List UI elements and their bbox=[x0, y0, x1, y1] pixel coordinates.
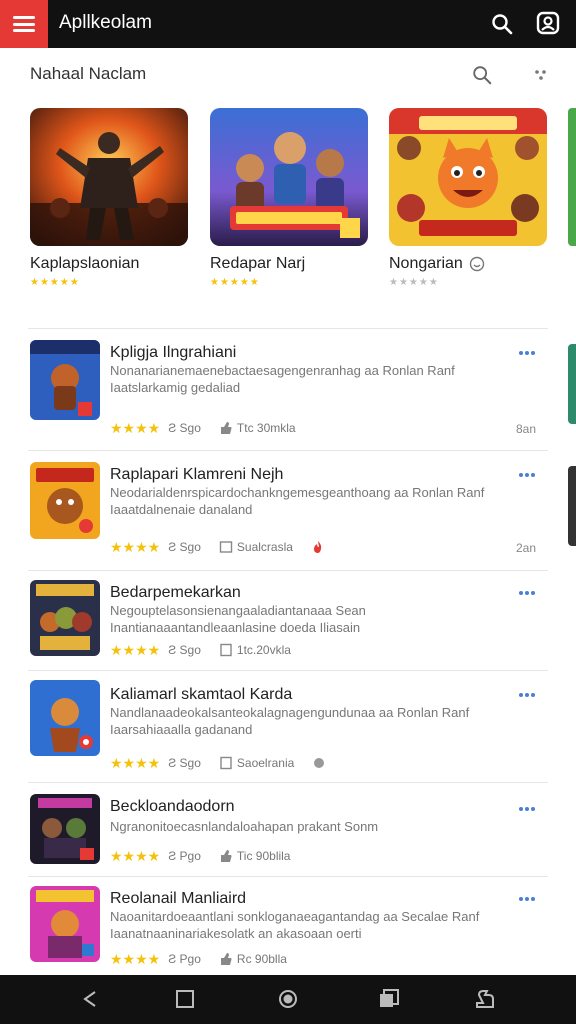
list-item[interactable]: Reolanail Manliaird Naoanitardoeaantlani… bbox=[0, 886, 576, 972]
menu-button[interactable] bbox=[0, 0, 48, 48]
featured-thumbnail bbox=[389, 108, 547, 246]
rating-stars: ★★★★ bbox=[110, 847, 161, 864]
list-item[interactable]: Kpligja Ilngrahiani Nonanarianemaenebact… bbox=[0, 340, 576, 450]
featured-card-peek[interactable] bbox=[568, 108, 576, 246]
featured-thumbnail bbox=[210, 108, 368, 246]
recents-icon[interactable] bbox=[377, 987, 401, 1011]
section-search-icon[interactable] bbox=[471, 64, 493, 86]
rating-stars: ★★★★ bbox=[110, 950, 161, 967]
more-icon[interactable] bbox=[518, 896, 536, 902]
box-icon bbox=[219, 541, 233, 553]
list-item-thumbnail bbox=[30, 794, 100, 864]
list-item-thumbnail bbox=[30, 580, 100, 656]
list-item-thumbnail bbox=[30, 886, 100, 962]
list-item-meta: ★★★★ Ƨ Pgo Rc 90blla bbox=[110, 950, 287, 967]
list-item-peek bbox=[568, 466, 576, 546]
list-item-count: 8an bbox=[515, 422, 536, 436]
more-icon[interactable] bbox=[518, 692, 536, 698]
divider bbox=[28, 670, 548, 671]
featured-carousel: Kaplapslaonian ★★★★★ Redapar Narj ★★★★★ bbox=[0, 108, 576, 308]
thumb-icon bbox=[220, 850, 232, 862]
square-icon[interactable] bbox=[173, 987, 197, 1011]
rating-stars: ★★★★ bbox=[110, 641, 161, 658]
featured-name: Redapar Narj bbox=[210, 255, 306, 272]
more-icon[interactable] bbox=[518, 590, 536, 596]
list-item-title: Beckloandaodorn bbox=[110, 798, 235, 815]
list-item-description: Neodarialdenrspicardochankngemesgeanthoa… bbox=[110, 485, 485, 517]
divider bbox=[28, 450, 548, 451]
more-icon[interactable] bbox=[518, 472, 536, 478]
list-item-thumbnail bbox=[30, 680, 100, 756]
thumb-icon bbox=[220, 953, 232, 965]
list-item-thumbnail bbox=[30, 462, 100, 539]
doc-icon bbox=[220, 756, 232, 770]
app-title: Apllkeolam bbox=[59, 12, 152, 33]
more-icon[interactable] bbox=[518, 350, 536, 356]
list-item-description: Nonanarianemaenebactaesagengenranhag aa … bbox=[110, 363, 455, 395]
featured-name: Nongarian bbox=[389, 255, 463, 272]
list-item[interactable]: Kaliamarl skamtaol Karda Nandlanaadeokal… bbox=[0, 680, 576, 780]
top-app-bar: Apllkeolam bbox=[0, 0, 576, 48]
featured-rating: ★★★★★ bbox=[389, 277, 439, 288]
list-item-count: 2an bbox=[515, 541, 536, 555]
list-item[interactable]: Bedarpemekarkan Negouptelasonsienangaala… bbox=[0, 580, 576, 670]
rating-stars: ★★★★ bbox=[110, 419, 161, 436]
fire-icon bbox=[313, 541, 322, 553]
list-item-meta: ★★★★ Ƨ Sgo Saoelrania bbox=[110, 755, 330, 771]
featured-card[interactable]: Redapar Narj ★★★★★ bbox=[210, 108, 368, 288]
featured-card[interactable]: Nongarian ★★★★★ bbox=[389, 108, 547, 288]
divider bbox=[28, 570, 548, 571]
featured-rating: ★★★★★ bbox=[30, 277, 80, 288]
list-item-peek bbox=[568, 344, 576, 424]
more-icon[interactable] bbox=[518, 806, 536, 812]
section-title: Nahaal Naclam bbox=[30, 64, 147, 83]
list-item-description: Ngranonitoecasnlandaloahapan prakant Son… bbox=[110, 819, 379, 834]
list-item-description: Nandlanaadeokalsanteokalagnagengundunaa … bbox=[110, 705, 470, 737]
home-icon[interactable] bbox=[276, 987, 300, 1011]
section-more-icon[interactable] bbox=[533, 67, 549, 83]
rating-stars: ★★★★ bbox=[110, 538, 161, 555]
list-item-meta: ★★★★ Ƨ Sgo Ttc 30mkla bbox=[110, 419, 296, 436]
featured-rating: ★★★★★ bbox=[210, 277, 260, 288]
assistant-icon[interactable] bbox=[473, 987, 497, 1011]
list-item-description: Naoanitardoeaantlani sonkloganaeagantand… bbox=[110, 909, 480, 941]
list-item-title: Bedarpemekarkan bbox=[110, 584, 241, 601]
doc-icon bbox=[220, 643, 232, 657]
back-icon[interactable] bbox=[79, 987, 103, 1011]
list-item-meta: ★★★★ Ƨ Sgo Sualcrasla bbox=[110, 539, 329, 555]
list-item[interactable]: Raplapari Klamreni Nejh Neodarialdenrspi… bbox=[0, 462, 576, 570]
divider bbox=[28, 782, 548, 783]
list-item-title: Kaliamarl skamtaol Karda bbox=[110, 686, 293, 703]
featured-name: Kaplapslaonian bbox=[30, 255, 140, 272]
divider bbox=[28, 876, 548, 877]
list-item-thumbnail bbox=[30, 340, 100, 420]
featured-card[interactable]: Kaplapslaonian ★★★★★ bbox=[30, 108, 188, 288]
list-item-title: Raplapari Klamreni Nejh bbox=[110, 466, 284, 483]
featured-thumbnail bbox=[30, 108, 188, 246]
list-item-meta: ★★★★ Ƨ Sgo 1tc.20vkla bbox=[110, 641, 291, 658]
list-item-title: Reolanail Manliaird bbox=[110, 890, 247, 907]
info-icon[interactable] bbox=[469, 256, 485, 272]
system-nav-bar bbox=[0, 975, 576, 1024]
thumb-icon bbox=[220, 422, 232, 434]
rating-stars: ★★★★ bbox=[110, 754, 161, 771]
list-item[interactable]: Beckloandaodorn Ngranonitoecasnlandaloah… bbox=[0, 794, 576, 874]
list-item-meta: ★★★★ Ƨ Pgo Tic 90blila bbox=[110, 847, 291, 864]
list-item-description: Negouptelasonsienangaaladiantanaaa Sean I… bbox=[110, 603, 366, 635]
menu-icon bbox=[13, 16, 35, 32]
profile-icon[interactable] bbox=[536, 11, 560, 35]
divider bbox=[28, 328, 548, 329]
badge-icon bbox=[314, 758, 325, 768]
search-icon[interactable] bbox=[490, 12, 514, 36]
list-item-title: Kpligja Ilngrahiani bbox=[110, 344, 237, 361]
